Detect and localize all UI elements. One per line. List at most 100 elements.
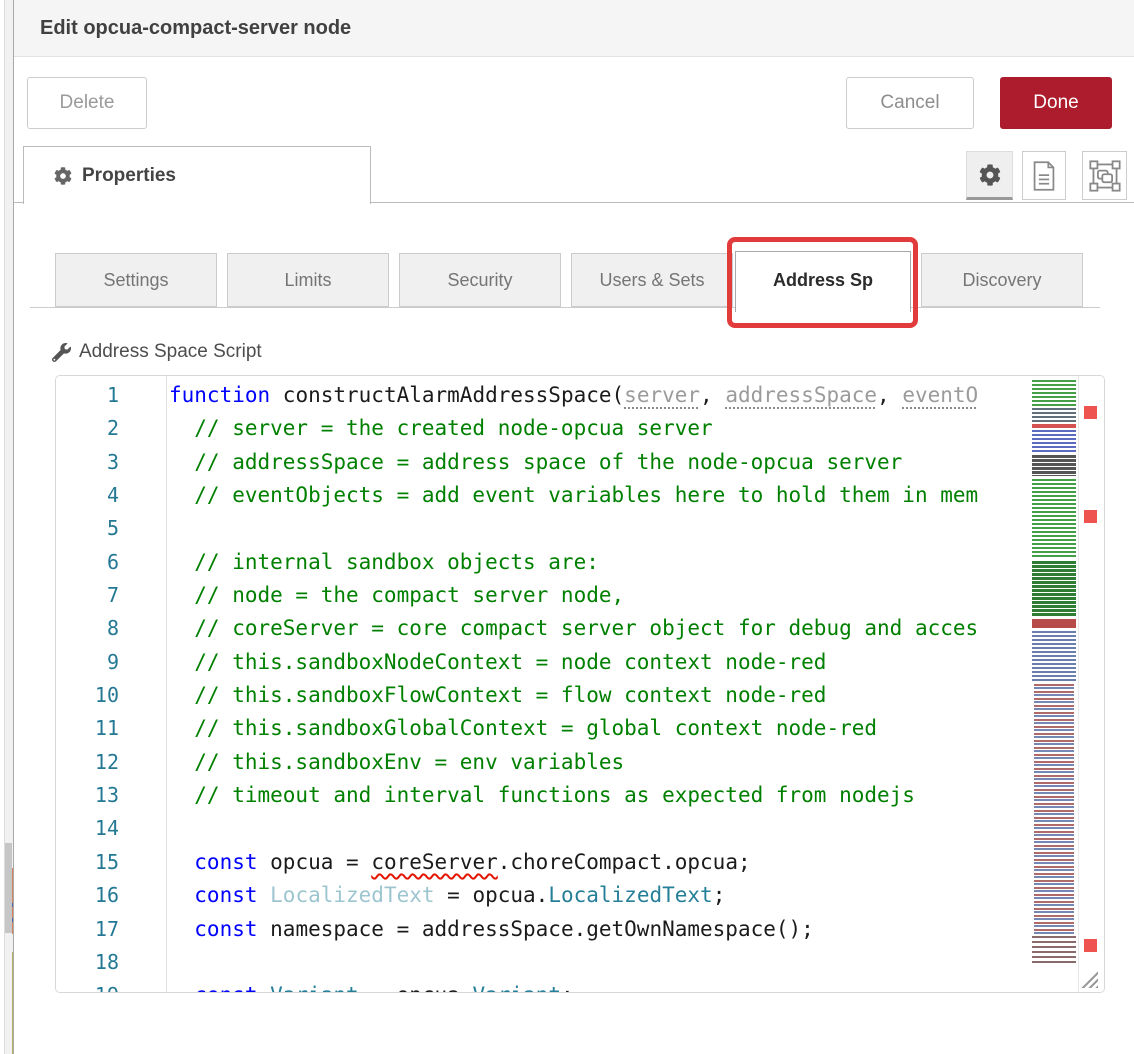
tab-discovery[interactable]: Discovery (921, 253, 1083, 307)
form-tabs: Settings Limits Security Users & Sets Ad… (14, 251, 1134, 313)
cancel-button[interactable]: Cancel (846, 77, 974, 129)
code-line[interactable] (169, 946, 1030, 979)
line-number[interactable]: 15 (56, 846, 166, 879)
code-token: = opcua. (435, 883, 549, 907)
line-number[interactable]: 9 (56, 646, 166, 679)
workspace-scrollbar-thumb[interactable] (5, 843, 12, 933)
workspace-edge (0, 0, 14, 1054)
code-line[interactable]: // timeout and interval functions as exp… (169, 779, 1030, 812)
code-token: namespace = addressSpace.getOwnNamespace… (258, 917, 814, 941)
section-label-row: Address Space Script (52, 341, 262, 363)
code-line[interactable]: // eventObjects = add event variables he… (169, 479, 1030, 512)
edit-node-dialog-screen: Edit opcua-compact-server node Delete Ca… (0, 0, 1134, 1054)
line-number[interactable]: 12 (56, 746, 166, 779)
code-token: const (169, 983, 258, 992)
code-line[interactable]: // this.sandboxNodeContext = node contex… (169, 646, 1030, 679)
line-number[interactable]: 6 (56, 546, 166, 579)
done-button[interactable]: Done (1000, 77, 1112, 129)
line-number[interactable]: 17 (56, 913, 166, 946)
line-number[interactable]: 14 (56, 812, 166, 845)
line-number[interactable]: 5 (56, 512, 166, 545)
code-token: , (700, 383, 725, 407)
line-number[interactable]: 4 (56, 479, 166, 512)
line-number[interactable]: 1 (56, 379, 166, 412)
tab-users-sets[interactable]: Users & Sets (571, 253, 733, 307)
code-token: opcua = (258, 850, 372, 874)
code-line[interactable]: // server = the created node-opcua serve… (169, 412, 1030, 445)
code-token: Variant (472, 983, 561, 992)
code-token: addressSpace (725, 383, 877, 407)
tab-limits[interactable]: Limits (227, 253, 389, 307)
code-token: // addressSpace = address space of the n… (169, 450, 902, 474)
line-number[interactable]: 13 (56, 779, 166, 812)
code-line[interactable]: // coreServer = core compact server obje… (169, 612, 1030, 645)
code-token: // this.sandboxGlobalContext = global co… (169, 716, 877, 740)
code-token: .choreCompact.opcua; (498, 850, 751, 874)
code-line[interactable]: const LocalizedText = opcua.LocalizedTex… (169, 879, 1030, 912)
properties-row: Properties (14, 146, 1134, 203)
line-number[interactable]: 3 (56, 446, 166, 479)
delete-button[interactable]: Delete (27, 77, 147, 129)
code-line[interactable]: // addressSpace = address space of the n… (169, 446, 1030, 479)
line-number[interactable]: 11 (56, 712, 166, 745)
line-number[interactable]: 19 (56, 979, 166, 993)
code-token: // this.sandboxNodeContext = node contex… (169, 650, 826, 674)
code-token: // server = the created node-opcua serve… (169, 416, 713, 440)
line-number[interactable]: 8 (56, 612, 166, 645)
code-line[interactable]: // this.sandboxGlobalContext = global co… (169, 712, 1030, 745)
code-token: function (169, 383, 270, 407)
gutter-separator (166, 376, 167, 992)
code-token: = opcua. (359, 983, 473, 992)
tab-address-space[interactable]: Address Sp (735, 251, 911, 312)
code-line[interactable] (169, 512, 1030, 545)
code-line[interactable]: const opcua = coreServer.choreCompact.op… (169, 846, 1030, 879)
gear-icon (979, 164, 1001, 186)
code-line[interactable]: const Variant = opcua.Variant; (169, 979, 1030, 992)
line-number[interactable]: 7 (56, 579, 166, 612)
code-token: , (877, 383, 902, 407)
code-token: // timeout and interval functions as exp… (169, 783, 915, 807)
code-token: server (624, 383, 700, 407)
code-token: // internal sandbox objects are: (169, 550, 599, 574)
code-token: Variant (258, 983, 359, 992)
gear-icon (54, 167, 72, 185)
wrench-icon (52, 343, 71, 362)
editor-code-area[interactable]: function constructAlarmAddressSpace(serv… (169, 376, 1030, 992)
tab-security[interactable]: Security (399, 253, 561, 307)
code-token: const (169, 850, 258, 874)
code-line[interactable]: // node = the compact server node, (169, 579, 1030, 612)
code-token: // eventObjects = add event variables he… (169, 483, 978, 507)
code-token: LocalizedText (258, 883, 435, 907)
code-line[interactable]: function constructAlarmAddressSpace(serv… (169, 379, 1030, 412)
code-token: const (169, 917, 258, 941)
section-label: Address Space Script (79, 341, 262, 363)
appearance-icon (1089, 160, 1121, 192)
tab-settings[interactable]: Settings (55, 253, 217, 307)
code-token: // this.sandboxFlowContext = flow contex… (169, 683, 826, 707)
node-appearance-button[interactable] (1082, 151, 1127, 200)
code-token: // coreServer = core compact server obje… (169, 616, 978, 640)
code-line[interactable]: // internal sandbox objects are: (169, 546, 1030, 579)
code-line[interactable]: // this.sandboxEnv = env variables (169, 746, 1030, 779)
line-number[interactable]: 18 (56, 946, 166, 979)
code-token: // this.sandboxEnv = env variables (169, 750, 624, 774)
code-line[interactable]: const namespace = addressSpace.getOwnNam… (169, 913, 1030, 946)
line-number[interactable]: 16 (56, 879, 166, 912)
tabs-baseline (30, 307, 1100, 308)
overview-ruler (1078, 376, 1105, 992)
code-line[interactable]: // this.sandboxFlowContext = flow contex… (169, 679, 1030, 712)
code-editor[interactable]: 12345678910111213141516171819 function c… (55, 375, 1105, 993)
node-description-button[interactable] (1022, 151, 1066, 200)
line-number[interactable]: 10 (56, 679, 166, 712)
node-properties-button[interactable] (966, 151, 1013, 200)
code-token: ; (561, 983, 574, 992)
dialog-header: Edit opcua-compact-server node (14, 0, 1134, 57)
edit-node-dialog: Edit opcua-compact-server node Delete Ca… (14, 0, 1134, 1054)
editor-gutter: 12345678910111213141516171819 (56, 376, 166, 992)
tab-properties[interactable]: Properties (23, 146, 371, 204)
code-token: constructAlarmAddressSpace( (270, 383, 624, 407)
code-token: // node = the compact server node, (169, 583, 624, 607)
code-line[interactable] (169, 812, 1030, 845)
editor-minimap[interactable] (1030, 378, 1078, 990)
line-number[interactable]: 2 (56, 412, 166, 445)
